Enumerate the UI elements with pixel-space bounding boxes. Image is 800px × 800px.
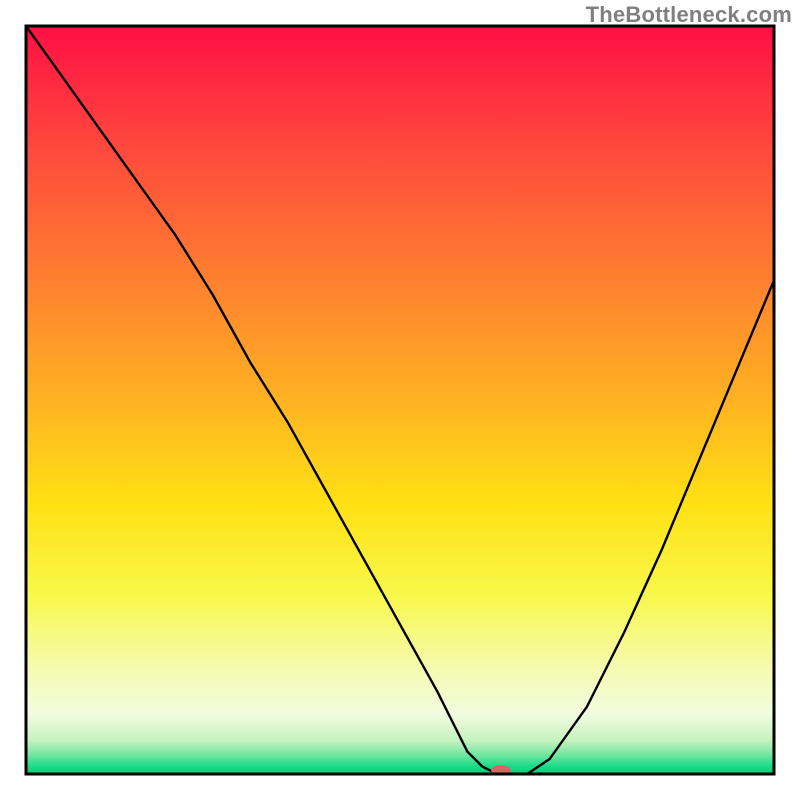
plot-gradient — [26, 26, 774, 774]
bottleneck-chart — [0, 0, 800, 800]
watermark-label: TheBottleneck.com — [586, 2, 792, 28]
